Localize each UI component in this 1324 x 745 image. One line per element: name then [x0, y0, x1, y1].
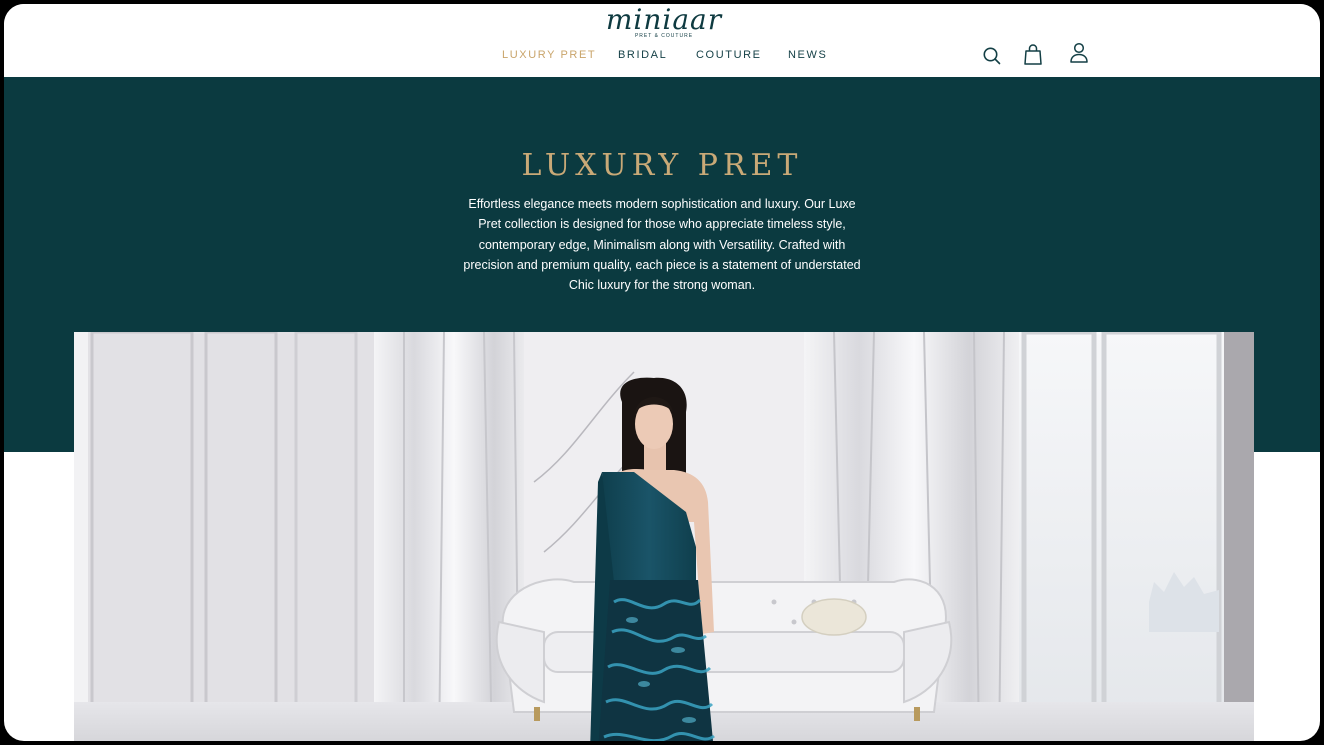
nav-item-couture[interactable]: COUTURE [696, 49, 762, 61]
brand-logo[interactable]: miniaar PRET & COUTURE [594, 4, 734, 40]
site-header: miniaar PRET & COUTURE LUXURY PRET BRIDA… [4, 4, 1320, 77]
main-nav: LUXURY PRET BRIDAL COUTURE NEWS [4, 49, 1320, 65]
account-icon[interactable] [1068, 41, 1092, 65]
shopping-bag-icon[interactable] [1022, 43, 1046, 67]
nav-item-news[interactable]: NEWS [788, 49, 827, 61]
hero-image [74, 332, 1254, 741]
brand-name: miniaar [605, 4, 723, 36]
collection-description: Effortless elegance meets modern sophist… [463, 197, 861, 293]
nav-item-bridal[interactable]: BRIDAL [618, 49, 667, 61]
nav-item-luxury-pret[interactable]: LUXURY PRET [502, 49, 596, 61]
page-title: LUXURY PRET [521, 148, 803, 183]
search-icon[interactable] [981, 45, 1005, 69]
browser-viewport: miniaar PRET & COUTURE LUXURY PRET BRIDA… [4, 4, 1320, 741]
